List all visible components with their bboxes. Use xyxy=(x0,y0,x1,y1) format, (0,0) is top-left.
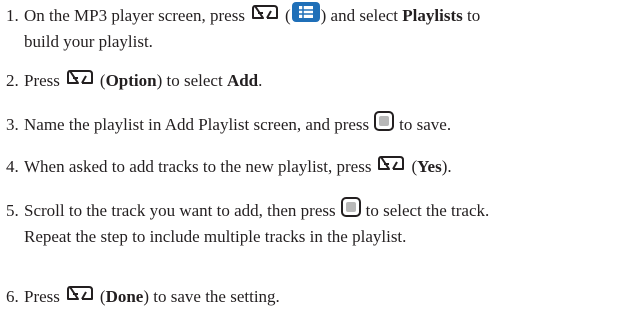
menu-list-icon xyxy=(291,1,321,29)
add-label: Add xyxy=(226,70,259,90)
center-select-key-icon xyxy=(373,110,395,138)
step-3: 3. Name the playlist in Add Playlist scre… xyxy=(6,110,618,140)
step-number: 4. xyxy=(6,156,19,176)
done-label: Done xyxy=(105,286,144,306)
instruction-page: 1. On the MP3 player screen, press() and … xyxy=(0,0,623,311)
yes-label: Yes xyxy=(417,156,442,176)
step-5-line-2: Repeat the step to include multiple trac… xyxy=(24,227,407,246)
step-number: 1. xyxy=(6,5,19,25)
option-label: Option xyxy=(105,70,157,90)
step-1-line-1: 1. On the MP3 player screen, press() and … xyxy=(6,1,618,31)
step-1: 1. On the MP3 player screen, press() and … xyxy=(6,1,618,53)
left-soft-key-icon xyxy=(375,153,407,179)
step-5-line-1: 5. Scroll to the track you want to add, t… xyxy=(6,196,618,226)
left-soft-key-icon xyxy=(249,2,281,28)
step-1-line-2: build your playlist. xyxy=(24,32,153,51)
step-number: 6. xyxy=(6,286,19,306)
step-number: 3. xyxy=(6,114,19,134)
step-2: 2. Press (Option) to select Add. xyxy=(6,69,618,95)
left-soft-key-icon xyxy=(64,283,96,309)
step-4: 4. When asked to add tracks to the new pl… xyxy=(6,155,618,181)
center-select-key-icon xyxy=(340,196,362,224)
step-number: 5. xyxy=(6,200,19,220)
step-6: 6. Press (Done) to save the setting. xyxy=(6,285,618,311)
menu-option-playlists: Playlists xyxy=(402,5,463,25)
step-number: 2. xyxy=(6,70,19,90)
left-soft-key-icon xyxy=(64,67,96,93)
step-5: 5. Scroll to the track you want to add, t… xyxy=(6,196,618,248)
